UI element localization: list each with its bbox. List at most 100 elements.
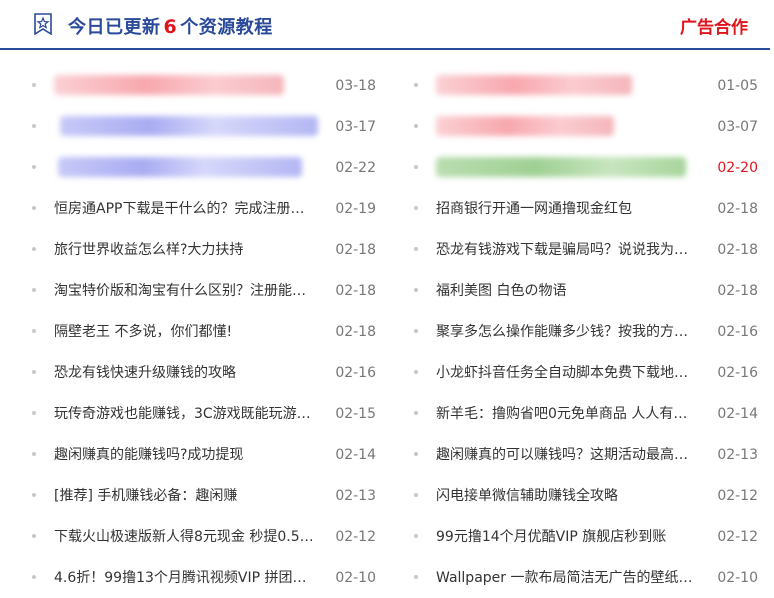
bullet-icon — [32, 411, 36, 415]
item-date: 03-18 — [335, 78, 376, 94]
list-item[interactable]: 旅行世界收益怎么样?大力扶持 02-18 — [28, 231, 378, 272]
item-date: 02-16 — [717, 324, 758, 340]
ad-cooperation-link[interactable]: 广告合作 — [680, 13, 748, 38]
list-item[interactable]: 闪电接单微信辅助赚钱全攻略 02-12 — [410, 477, 760, 518]
item-date: 02-10 — [717, 570, 758, 586]
item-title[interactable]: [推荐] 手机赚钱必备：趣闲赚 — [54, 486, 316, 506]
item-title[interactable]: 4.6折！99撸13个月腾讯视频VIP 拼团后… — [54, 568, 316, 588]
list-item[interactable]: 99元撸14个月优酷VIP 旗舰店秒到账 02-12 — [410, 518, 760, 559]
bullet-icon — [414, 575, 418, 579]
list-item[interactable]: 新羊毛：撸购省吧0元免单商品 人人有份… 02-14 — [410, 395, 760, 436]
item-title[interactable]: 闪电接单微信辅助赚钱全攻略 — [436, 486, 698, 506]
item-date: 02-14 — [335, 447, 376, 463]
list-item[interactable]: 聚享多怎么操作能赚多少钱？按我的方… 02-16 — [410, 313, 760, 354]
list-item[interactable]: 恒房通APP下载是干什么的？完成注册… 02-19 — [28, 190, 378, 231]
item-title[interactable]: 趣闲赚真的可以赚钱吗？这期活动最高… — [436, 445, 698, 465]
list-item[interactable]: 下载火山极速版新人得8元现金 秒提0.5… 02-12 — [28, 518, 378, 559]
blurred-title — [436, 116, 614, 136]
item-title[interactable]: 淘宝特价版和淘宝有什么区别？注册能… — [54, 281, 316, 301]
item-date: 02-13 — [335, 488, 376, 504]
bullet-icon — [32, 288, 36, 292]
list-item[interactable]: [推荐] 手机赚钱必备：趣闲赚 02-13 — [28, 477, 378, 518]
list-item[interactable]: 4.6折！99撸13个月腾讯视频VIP 拼团后… 02-10 — [28, 559, 378, 598]
list-item[interactable]: 恐龙有钱游戏下载是骗局吗？说说我为… 02-18 — [410, 231, 760, 272]
item-title[interactable]: 玩传奇游戏也能赚钱，3C游戏既能玩游… — [54, 404, 316, 424]
title-suffix: 个资源教程 — [180, 17, 273, 38]
panel-header: 今日已更新 6 个资源教程 广告合作 — [0, 0, 770, 50]
item-date: 02-13 — [717, 447, 758, 463]
item-title[interactable]: 招商银行开通一网通撸现金红包 — [436, 199, 698, 219]
blurred-title — [58, 157, 302, 177]
list-item[interactable]: 隔壁老王 不多说，你们都懂! 02-18 — [28, 313, 378, 354]
list-item[interactable]: 02-22 — [28, 149, 378, 190]
item-date: 02-20 — [717, 160, 758, 176]
list-item[interactable]: Wallpaper 一款布局简洁无广告的壁纸… 02-10 — [410, 559, 760, 598]
item-title[interactable]: Wallpaper 一款布局简洁无广告的壁纸… — [436, 568, 698, 588]
item-date: 02-18 — [335, 283, 376, 299]
right-list: 01-05 03-07 02-20 招商银行开通一网通撸现金红包 02-18 恐龙… — [410, 67, 760, 598]
star-icon — [34, 13, 52, 35]
bullet-icon — [414, 329, 418, 333]
item-date: 02-18 — [717, 242, 758, 258]
list-item[interactable]: 02-20 — [410, 149, 760, 190]
item-title[interactable]: 下载火山极速版新人得8元现金 秒提0.5… — [54, 527, 316, 547]
bullet-icon — [32, 534, 36, 538]
item-date: 02-12 — [717, 529, 758, 545]
bullet-icon — [32, 124, 36, 128]
blurred-title — [60, 116, 318, 136]
item-title[interactable]: 99元撸14个月优酷VIP 旗舰店秒到账 — [436, 527, 698, 547]
item-title[interactable]: 福利美图 白色の物语 — [436, 281, 698, 301]
title-prefix: 今日已更新 — [68, 17, 161, 38]
list-item[interactable]: 03-17 — [28, 108, 378, 149]
bullet-icon — [414, 83, 418, 87]
item-title[interactable]: 恐龙有钱快速升级赚钱的攻略 — [54, 363, 316, 383]
item-title[interactable]: 小龙虾抖音任务全自动脚本免费下载地… — [436, 363, 698, 383]
list-item[interactable]: 03-07 — [410, 108, 760, 149]
blurred-title — [436, 157, 686, 177]
item-title[interactable]: 恐龙有钱游戏下载是骗局吗？说说我为… — [436, 240, 698, 260]
item-title[interactable]: 隔壁老王 不多说，你们都懂! — [54, 322, 316, 342]
item-title[interactable]: 趣闲赚真的能赚钱吗?成功提现 — [54, 445, 316, 465]
bullet-icon — [414, 206, 418, 210]
list-item[interactable]: 淘宝特价版和淘宝有什么区别？注册能… 02-18 — [28, 272, 378, 313]
bullet-icon — [414, 370, 418, 374]
bullet-icon — [414, 165, 418, 169]
bullet-icon — [32, 165, 36, 169]
item-date: 02-16 — [335, 365, 376, 381]
list-item[interactable]: 趣闲赚真的能赚钱吗?成功提现 02-14 — [28, 436, 378, 477]
bullet-icon — [32, 247, 36, 251]
item-date: 03-07 — [717, 119, 758, 135]
list-item[interactable]: 趣闲赚真的可以赚钱吗？这期活动最高… 02-13 — [410, 436, 760, 477]
item-title[interactable]: 聚享多怎么操作能赚多少钱？按我的方… — [436, 322, 698, 342]
item-date: 02-16 — [717, 365, 758, 381]
item-date: 02-15 — [335, 406, 376, 422]
list-item[interactable]: 03-18 — [28, 67, 378, 108]
item-title[interactable]: 旅行世界收益怎么样?大力扶持 — [54, 240, 316, 260]
bullet-icon — [32, 452, 36, 456]
list-item[interactable]: 招商银行开通一网通撸现金红包 02-18 — [410, 190, 760, 231]
item-date: 03-17 — [335, 119, 376, 135]
list-item[interactable]: 恐龙有钱快速升级赚钱的攻略 02-16 — [28, 354, 378, 395]
item-title[interactable]: 恒房通APP下载是干什么的？完成注册… — [54, 199, 316, 219]
item-date: 02-18 — [335, 242, 376, 258]
left-list: 03-18 03-17 02-22 恒房通APP下载是干什么的？完成注册… 02-… — [28, 67, 378, 598]
item-title[interactable]: 新羊毛：撸购省吧0元免单商品 人人有份… — [436, 404, 698, 424]
bullet-icon — [414, 288, 418, 292]
bullet-icon — [414, 411, 418, 415]
bullet-icon — [32, 206, 36, 210]
bullet-icon — [414, 452, 418, 456]
item-date: 02-18 — [717, 201, 758, 217]
resource-update-panel: 今日已更新 6 个资源教程 广告合作 03-18 03-17 02-22 恒房通AP… — [0, 0, 774, 598]
list-item[interactable]: 01-05 — [410, 67, 760, 108]
item-date: 02-22 — [335, 160, 376, 176]
item-date: 02-18 — [335, 324, 376, 340]
list-item[interactable]: 玩传奇游戏也能赚钱，3C游戏既能玩游… 02-15 — [28, 395, 378, 436]
page-title: 今日已更新 6 个资源教程 — [68, 13, 273, 39]
list-item[interactable]: 福利美图 白色の物语 02-18 — [410, 272, 760, 313]
list-item[interactable]: 小龙虾抖音任务全自动脚本免费下载地… 02-16 — [410, 354, 760, 395]
item-date: 01-05 — [717, 78, 758, 94]
bullet-icon — [32, 329, 36, 333]
blurred-title — [54, 75, 284, 95]
item-date: 02-19 — [335, 201, 376, 217]
update-count: 6 — [163, 16, 178, 38]
